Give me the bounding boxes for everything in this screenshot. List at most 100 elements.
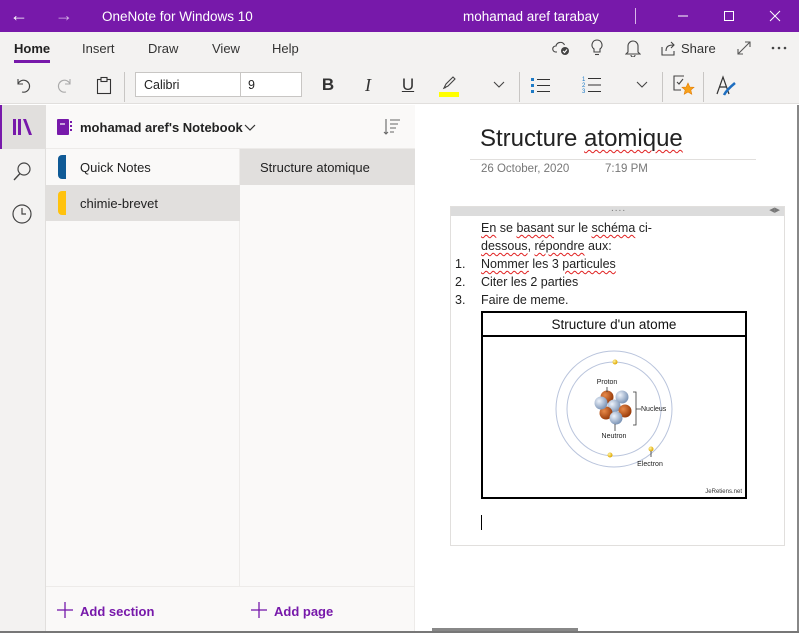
resize-arrows-icon[interactable]: ◀▶ [769,206,780,214]
back-arrow-icon[interactable]: ← [7,5,31,26]
plus-icon [57,602,73,618]
notebooks-nav-button[interactable] [0,105,46,149]
notifications-button[interactable] [622,37,644,59]
section-item-quick-notes[interactable]: Quick Notes [46,149,240,185]
italic-button[interactable]: I [356,72,380,98]
styles-button[interactable] [712,72,740,100]
note-container[interactable]: .... ◀▶ En se basant sur le schéma ci- d… [450,203,785,546]
list-item-1: Nommer les 3 particules [481,257,616,271]
font-size-input[interactable]: 9 [248,78,255,92]
sort-icon[interactable] [383,118,401,136]
tab-view[interactable]: View [212,41,240,56]
title-bar: ← → OneNote for Windows 10 mohamad aref … [0,0,799,32]
notebook-header: mohamad aref's Notebook [46,105,415,149]
section-color-tab [58,191,66,215]
titlebar-divider [635,8,636,24]
ideas-button[interactable] [586,37,608,59]
tab-draw[interactable]: Draw [148,41,178,56]
plus-icon [251,602,267,618]
note-intro-line-2: dessous, répondre aux: [481,239,612,253]
toolbar-separator [662,72,663,102]
undo-icon [17,79,31,93]
search-nav-button[interactable] [11,161,35,185]
note-drag-handle[interactable]: .... ◀▶ [451,203,784,216]
table-header: Structure d'un atome [483,313,745,337]
page-item-structure-atomique[interactable]: Structure atomique [240,149,415,185]
share-icon [661,41,675,56]
redo-button[interactable] [51,72,77,98]
list-options-dropdown[interactable] [631,74,653,96]
add-page-button[interactable]: Add page [240,586,415,633]
more-icon [771,46,787,50]
more-options-button[interactable] [767,37,791,59]
neutron [609,411,623,425]
page-time: 7:19 PM [605,163,648,175]
sync-status-button[interactable] [551,37,573,59]
maximize-button[interactable] [706,0,752,32]
toolbar-separator [703,72,704,102]
add-section-label: Add section [80,604,155,619]
tab-insert[interactable]: Insert [82,41,115,56]
chevron-down-icon[interactable] [244,124,256,132]
numbered-list-button[interactable]: 1 2 3 [579,72,605,98]
tag-button[interactable] [670,72,698,100]
toolbar-separator [519,72,520,102]
minimize-button[interactable] [660,0,706,32]
expand-icon [737,41,751,55]
search-icon [13,162,31,181]
atom-structure-table[interactable]: Structure d'un atome Proton Nucleus Neut… [481,311,747,499]
todo-star-tag-icon [673,75,695,95]
account-name[interactable]: mohamad aref tarabay [463,9,599,24]
highlighter-icon [439,76,459,97]
undo-button[interactable] [11,72,37,98]
cloud-sync-icon [552,41,569,55]
paste-button[interactable] [91,72,117,98]
nucleus-label: Nucleus [641,406,667,413]
share-button[interactable]: Share [681,41,716,56]
text-cursor [481,515,482,530]
fullscreen-button[interactable] [733,37,755,59]
electron-label: Electron [637,461,663,468]
toolbar-separator [124,72,125,102]
pages-list: Structure atomique [240,149,415,633]
page-title-text-misspelled: atomique [584,125,683,152]
svg-text:3: 3 [582,89,586,95]
add-page-label: Add page [274,604,334,619]
add-section-button[interactable]: Add section [46,586,240,633]
tab-help[interactable]: Help [272,41,299,56]
redo-icon [57,79,71,93]
drag-dots-icon: .... [611,203,627,214]
sections-list: Quick Notes chimie-brevet [46,149,240,633]
atom-diagram: Proton Nucleus Neutron Electron [555,350,673,468]
list-item-2: Citer les 2 parties [481,275,579,289]
recent-notes-nav-button[interactable] [11,203,35,227]
electron [648,446,654,452]
close-button[interactable] [752,0,798,32]
page-label: Structure atomique [260,160,370,175]
font-name-input[interactable]: Calibri [144,78,179,92]
notebook-title[interactable]: mohamad aref's Notebook [80,120,243,135]
bold-button[interactable]: B [316,72,340,98]
section-color-tab [58,155,66,179]
notebooks-icon [13,119,32,135]
more-formatting-dropdown[interactable] [488,74,510,96]
section-item-chimie-brevet[interactable]: chimie-brevet [46,185,240,221]
underline-button[interactable]: U [396,72,420,98]
highlight-button[interactable] [436,72,462,98]
clock-icon [12,204,32,224]
app-title: OneNote for Windows 10 [102,9,253,24]
numbered-list-icon: 1 2 3 [582,77,601,95]
list-number: 2. [455,275,466,289]
page-date: 26 October, 2020 [481,163,570,175]
page-title[interactable]: Structure atomique [480,125,683,153]
bullet-list-button[interactable] [528,72,554,98]
electron [607,452,613,458]
neutron-label: Neutron [602,433,627,440]
share-icon-wrapper[interactable] [659,38,679,58]
maximize-icon [724,11,734,21]
tab-home[interactable]: Home [14,41,50,56]
forward-arrow-icon[interactable]: → [52,5,76,26]
page-canvas[interactable]: Structure atomique 26 October, 2020 7:19… [416,105,799,633]
minimize-icon [678,15,688,17]
list-number: 1. [455,257,466,271]
